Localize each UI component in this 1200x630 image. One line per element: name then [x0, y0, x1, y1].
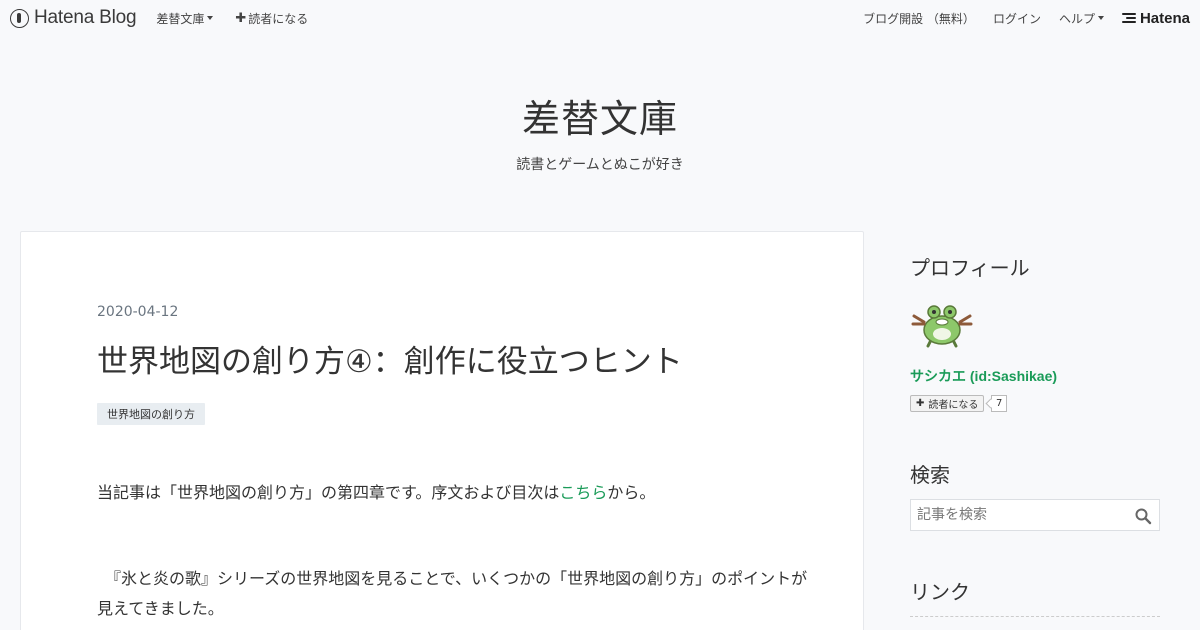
profile-heading: プロフィール [910, 256, 1030, 280]
frog-avatar-icon[interactable] [910, 300, 974, 348]
entry-date[interactable]: 2020-04-12 [97, 304, 178, 320]
blog-title[interactable]: 差替文庫 [0, 88, 1200, 143]
entry-body-paragraph: 『氷と炎の歌』シリーズの世界地図を見ることで、いくつかの「世界地図の創り方」のポ… [97, 569, 808, 618]
login-link[interactable]: ログイン [993, 10, 1041, 27]
hatena-logo-text: Hatena [1139, 9, 1190, 27]
blog-description: 読書とゲームとぬこが好き [516, 157, 684, 173]
open-blog-link[interactable]: ブログ開設 （無料） [863, 10, 975, 27]
profile-subscribe-label: 読者になる [928, 400, 979, 411]
plus-icon: ✚ [916, 398, 925, 409]
search-icon[interactable] [1134, 507, 1152, 525]
plus-icon: ✚ [235, 10, 247, 26]
blog-menu-dropdown[interactable]: 差替文庫 [156, 10, 214, 27]
help-label: ヘルプ [1058, 11, 1095, 26]
entry-intro-paragraph: 当記事は「世界地図の創り方」の第四章です。序文および目次はこちらから。 [97, 479, 655, 503]
global-header-right: ブログ開設 （無料） ログイン ヘルプ Hatena [845, 10, 1190, 27]
toc-link[interactable]: こちら [559, 483, 607, 502]
links-divider [910, 616, 1160, 617]
search-input[interactable] [911, 500, 1126, 530]
hatena-blog-logo-icon [10, 8, 29, 28]
links-heading: リンク [910, 580, 970, 604]
search-box [910, 499, 1160, 531]
caret-down-icon [1097, 16, 1104, 20]
hatena-lines-icon [1121, 11, 1136, 25]
global-header-left: Hatena Blog 差替文庫 ✚ 読者になる [10, 7, 330, 29]
blog-menu-label: 差替文庫 [156, 11, 205, 26]
global-header: Hatena Blog 差替文庫 ✚ 読者になる ブログ開設 （無料） ログイン… [0, 0, 1200, 36]
entry-title[interactable]: 世界地図の創り方④：創作に役立つヒント [97, 336, 683, 381]
intro-text-after: から。 [607, 483, 656, 502]
entry-category-tag[interactable]: 世界地図の創り方 [97, 403, 205, 425]
login-label: ログイン [992, 11, 1041, 26]
article-card: 2020-04-12 世界地図の創り方④：創作に役立つヒント 世界地図の創り方 … [20, 231, 864, 630]
open-blog-label: ブログ開設 （無料） [863, 11, 975, 26]
help-dropdown[interactable]: ヘルプ [1059, 10, 1104, 27]
profile-subscribe-button[interactable]: ✚ 読者になる [910, 395, 985, 412]
subscribe-label: 読者になる [248, 11, 309, 26]
caret-down-icon [207, 16, 214, 20]
hatena-logo[interactable]: Hatena [1121, 9, 1190, 27]
hatena-blog-logo[interactable]: Hatena Blog [10, 7, 137, 29]
hatena-blog-logo-text: Hatena Blog [34, 7, 137, 28]
profile-name-link[interactable]: サシカエ (id:Sashikae) [910, 366, 1057, 386]
subscribe-link[interactable]: ✚ 読者になる [235, 10, 308, 27]
intro-text-before: 当記事は「世界地図の創り方」の第四章です。序文および目次は [97, 483, 560, 502]
subscriber-count[interactable]: 7 [991, 395, 1008, 412]
search-heading: 検索 [910, 463, 950, 487]
